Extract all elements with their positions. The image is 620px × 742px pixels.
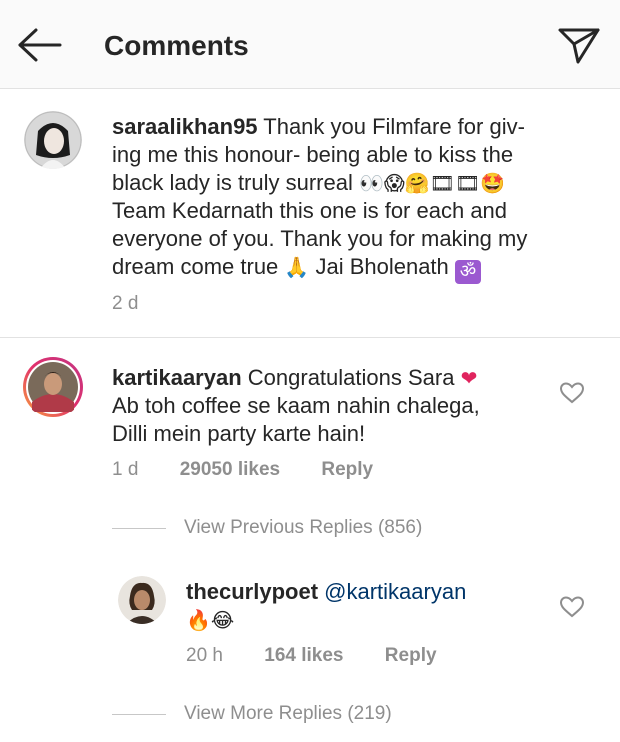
like-reply-button[interactable] bbox=[559, 595, 585, 619]
caption-text: saraalikhan95 Thank you Filmfare for giv… bbox=[112, 113, 602, 284]
view-more-replies-link[interactable]: View More Replies (219) bbox=[184, 702, 392, 726]
caption-time: 2 d bbox=[112, 293, 139, 314]
caption-meta: 2 d bbox=[112, 292, 138, 316]
reply-meta: 20 h 164 likes Reply bbox=[186, 644, 437, 668]
replies-divider bbox=[112, 714, 166, 715]
avatar-story-ring[interactable] bbox=[22, 356, 84, 418]
avatar[interactable] bbox=[118, 576, 166, 624]
user-photo-icon bbox=[118, 576, 166, 624]
caption-post: saraalikhan95 Thank you Filmfare for giv… bbox=[0, 89, 620, 338]
view-previous-replies-link[interactable]: View Previous Replies (856) bbox=[184, 516, 422, 540]
reply-likes-count[interactable]: 164 likes bbox=[264, 644, 343, 668]
avatar[interactable] bbox=[24, 111, 82, 169]
caption-line2: ing me this honour- being able to kiss t… bbox=[112, 142, 514, 167]
comment-username[interactable]: kartikaaryan bbox=[112, 365, 242, 390]
caption-line5: everyone of you. Thank you for making my bbox=[112, 226, 528, 251]
page-title: Comments bbox=[104, 30, 249, 61]
caption-line3: black lady is truly surreal bbox=[112, 170, 353, 195]
heart-outline-icon bbox=[559, 596, 585, 618]
back-button[interactable] bbox=[14, 24, 66, 66]
caption-username[interactable]: saraalikhan95 bbox=[112, 114, 258, 139]
user-photo-icon bbox=[23, 357, 83, 417]
comment-line3: Dilli mein party karte hain! bbox=[112, 421, 366, 446]
user-photo-icon bbox=[24, 111, 82, 169]
om-symbol-icon: ॐ bbox=[454, 260, 481, 284]
reply-reply-button[interactable]: Reply bbox=[385, 644, 437, 668]
reply-emoji: 🔥😂 bbox=[186, 608, 235, 632]
reply-text: thecurlypoet @kartikaaryan 🔥😂 bbox=[186, 578, 556, 634]
like-comment-button[interactable] bbox=[559, 381, 585, 405]
comments-header: Comments bbox=[0, 0, 620, 89]
back-arrow-icon bbox=[18, 28, 62, 62]
direct-send-button[interactable] bbox=[556, 24, 602, 66]
caption-emoji-2: 🙏 bbox=[284, 255, 310, 279]
caption-line6-b: Jai Bholenath bbox=[315, 254, 449, 279]
reply-username[interactable]: thecurlypoet bbox=[186, 579, 318, 604]
comment-likes-count[interactable]: 29050 likes bbox=[180, 458, 280, 482]
comment-time: 1 d bbox=[112, 459, 139, 480]
caption-emoji-1: 👀😱🤗🎞🎞🤩 bbox=[359, 171, 506, 195]
reply-mention-link[interactable]: @kartikaaryan bbox=[324, 579, 466, 604]
caption-line1: Thank you Filmfare for giv- bbox=[263, 114, 525, 139]
comment-line2: Ab toh coffee se kaam nahin chalega, bbox=[112, 393, 480, 418]
direct-send-icon bbox=[558, 28, 600, 64]
replies-divider bbox=[112, 528, 166, 529]
caption-line6: dream come true bbox=[112, 254, 279, 279]
reply-time: 20 h bbox=[186, 645, 223, 666]
caption-line4: Team Kedarnath this one is for each and bbox=[112, 198, 508, 223]
comment-text: kartikaaryan Congratulations Sara ❤ Ab t… bbox=[112, 364, 562, 448]
heart-outline-icon bbox=[559, 382, 585, 404]
red-heart-icon: ❤ bbox=[460, 366, 478, 390]
comment-meta: 1 d 29050 likes Reply bbox=[112, 458, 373, 482]
comment-reply-button[interactable]: Reply bbox=[321, 458, 373, 482]
comment-line1: Congratulations Sara bbox=[247, 365, 455, 390]
